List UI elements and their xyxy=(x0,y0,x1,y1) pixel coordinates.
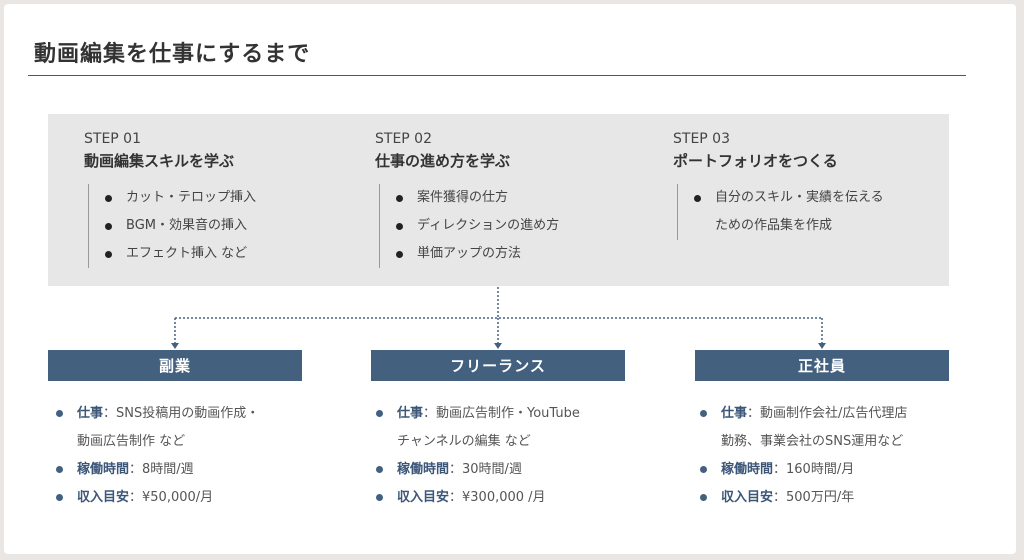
detail-work: 仕事：SNS投稿用の動画作成・ 動画広告制作 など xyxy=(56,400,326,456)
path-header-freelance: フリーランス xyxy=(371,350,625,381)
path-details-full-time: 仕事：動画制作会社/広告代理店 勤務、事業会社のSNS運用など 稼働時間：160時… xyxy=(700,400,970,512)
bullet-icon xyxy=(56,494,63,501)
path-details-side-job: 仕事：SNS投稿用の動画作成・ 動画広告制作 など 稼働時間：8時間/週 収入目安… xyxy=(56,400,326,512)
path-header-full-time: 正社員 xyxy=(695,350,949,381)
bullet-icon xyxy=(700,494,707,501)
path-header-side-job: 副業 xyxy=(48,350,302,381)
arrow-down-icon xyxy=(494,343,502,349)
bullet-icon xyxy=(376,494,383,501)
bullet-icon xyxy=(700,466,707,473)
detail-hours: 稼働時間：30時間/週 xyxy=(376,456,646,484)
detail-work: 仕事：動画制作会社/広告代理店 勤務、事業会社のSNS運用など xyxy=(700,400,970,456)
detail-work: 仕事：動画広告制作・YouTube チャンネルの編集 など xyxy=(376,400,646,456)
detail-income: 収入目安：500万円/年 xyxy=(700,484,970,512)
detail-hours: 稼働時間：8時間/週 xyxy=(56,456,326,484)
detail-income: 収入目安：¥50,000/月 xyxy=(56,484,326,512)
bullet-icon xyxy=(376,466,383,473)
arrow-down-icon xyxy=(171,343,179,349)
bullet-icon xyxy=(56,410,63,417)
bullet-icon xyxy=(376,410,383,417)
detail-hours: 稼働時間：160時間/月 xyxy=(700,456,970,484)
arrow-down-icon xyxy=(818,343,826,349)
path-details-freelance: 仕事：動画広告制作・YouTube チャンネルの編集 など 稼働時間：30時間/週… xyxy=(376,400,646,512)
bullet-icon xyxy=(56,466,63,473)
bullet-icon xyxy=(700,410,707,417)
detail-income: 収入目安：¥300,000 /月 xyxy=(376,484,646,512)
